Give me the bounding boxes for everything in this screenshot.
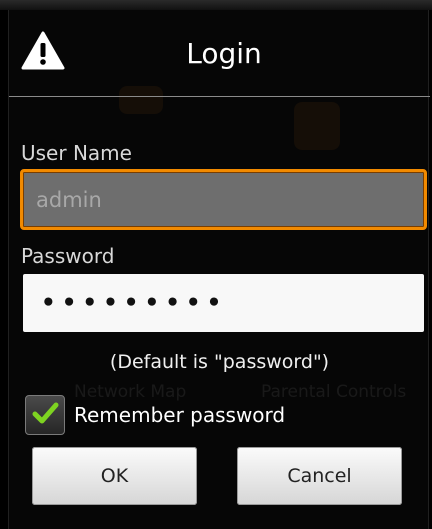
password-input[interactable]: ••••••••• <box>23 274 424 332</box>
checkmark-icon <box>30 398 60 432</box>
screen: Network Map Parental Controls Login User… <box>0 0 432 529</box>
dialog-title: Login <box>186 37 262 70</box>
login-dialog: Network Map Parental Controls Login User… <box>8 10 430 529</box>
background-tile-icon <box>294 102 340 150</box>
status-bar <box>0 0 432 10</box>
username-label: User Name <box>21 141 132 165</box>
remember-password-label: Remember password <box>74 403 286 427</box>
remember-password-option[interactable]: Remember password <box>25 395 285 435</box>
warning-icon <box>21 31 65 71</box>
cancel-button[interactable]: Cancel <box>237 447 402 505</box>
default-password-hint: (Default is "password") <box>109 351 330 373</box>
dialog-title-bar: Login <box>9 10 430 96</box>
title-divider <box>9 96 430 97</box>
ok-button[interactable]: OK <box>32 447 197 505</box>
username-input[interactable]: admin <box>20 169 427 230</box>
remember-password-checkbox[interactable] <box>25 395 65 435</box>
password-label: Password <box>21 244 115 268</box>
